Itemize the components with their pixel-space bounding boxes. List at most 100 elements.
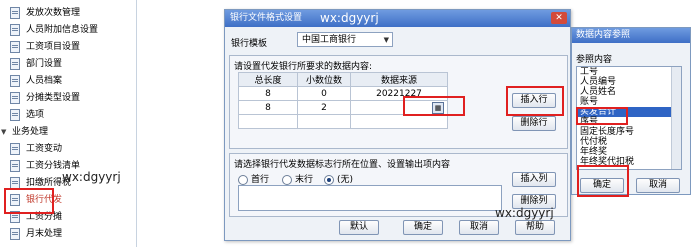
panel-title: 数据内容参照 (572, 28, 690, 43)
help-button[interactable]: 帮助 (515, 220, 555, 235)
flag-row-label: 请选择银行代发数据标志行所在位置、设置输出项内容 (234, 160, 451, 170)
grid-cell[interactable]: 2 (297, 100, 351, 115)
list-item[interactable]: 账号 (577, 97, 681, 107)
document-icon (10, 23, 20, 36)
document-icon (10, 210, 20, 223)
grid-header-cell: 数据来源 (350, 72, 448, 87)
nav-item-salary-allocation[interactable]: 工资分摊 (10, 209, 62, 225)
nav-item-month-end[interactable]: 月末处理 (10, 226, 62, 242)
watermark-text: wx:dgyyrj (62, 170, 121, 184)
nav-item-allocation-types[interactable]: 分摊类型设置 (10, 90, 80, 106)
document-icon (10, 108, 20, 121)
radio-label: 首行 (251, 175, 270, 185)
navigation-tree: 发放次数管理 人员附加信息设置 工资项目设置 部门设置 人员档案 分摊类型设置 … (0, 0, 137, 247)
nav-item-label: 选项 (26, 110, 45, 120)
bank-template-select[interactable]: 中国工商银行 ▼ (297, 32, 393, 47)
grid-cell[interactable]: 0 (297, 86, 351, 101)
nav-item-extra-info[interactable]: 人员附加信息设置 (10, 22, 98, 38)
list-item[interactable]: 人员姓名 (577, 87, 681, 97)
watermark-text: wx:dgyyrj (495, 206, 554, 220)
nav-item-label: 工资分摊 (26, 212, 63, 222)
document-icon (10, 193, 20, 206)
document-icon (10, 57, 20, 70)
grid-row[interactable]: 8 0 20221227 (238, 86, 448, 101)
data-content-label: 请设置代发银行所要求的数据内容: (234, 62, 373, 72)
bank-format-grid[interactable]: 总长度 小数位数 数据来源 8 0 20221227 8 2 ▦ (238, 72, 448, 129)
document-icon (10, 74, 20, 87)
list-item[interactable]: 序号 (577, 117, 681, 127)
dialog-title: 银行文件格式设置 (230, 13, 303, 23)
grid-cell-editing[interactable]: ▦ (350, 100, 448, 115)
bank-template-label: 银行模板 (231, 39, 268, 49)
nav-item-label: 工资项目设置 (26, 42, 81, 52)
nav-item-label: 月末处理 (26, 229, 63, 239)
default-button[interactable]: 默认 (339, 220, 379, 235)
document-icon (10, 142, 20, 155)
delete-row-button[interactable]: 删除行 (512, 116, 556, 131)
document-icon (10, 6, 20, 19)
nav-item-options[interactable]: 选项 (10, 107, 44, 123)
expand-arrow-icon[interactable]: ▼ (1, 124, 9, 140)
list-item[interactable]: 人员编号 (577, 77, 681, 87)
nav-group-business[interactable]: ▼ 业务处理 (1, 124, 48, 140)
radio-icon[interactable] (238, 174, 248, 185)
nav-item-label: 工资变动 (26, 144, 63, 154)
cancel-button[interactable]: 取消 (459, 220, 499, 235)
grid-row[interactable] (238, 114, 448, 129)
reference-content-label: 参照内容 (576, 55, 613, 65)
nav-item-label: 人员档案 (26, 76, 63, 86)
dialog-titlebar[interactable]: 银行文件格式设置 ✕ (225, 10, 570, 27)
grid-row[interactable]: 8 2 ▦ (238, 100, 448, 115)
output-items-grid[interactable] (238, 185, 502, 211)
panel-cancel-button[interactable]: 取消 (636, 178, 680, 193)
grid-header-row: 总长度 小数位数 数据来源 (238, 72, 448, 87)
radio-label: (无) (337, 175, 354, 185)
nav-item-label: 部门设置 (26, 59, 63, 69)
nav-item-departments[interactable]: 部门设置 (10, 56, 62, 72)
list-item[interactable]: 代付税 (577, 137, 681, 147)
list-item[interactable]: 工号 (577, 67, 681, 77)
vertical-scrollbar[interactable] (671, 67, 681, 169)
data-content-group: 请设置代发银行所要求的数据内容: 总长度 小数位数 数据来源 8 0 20221… (229, 55, 568, 149)
radio-label: 末行 (295, 175, 314, 185)
bank-template-value: 中国工商银行 (302, 35, 357, 45)
chevron-down-icon: ▼ (383, 36, 389, 44)
ok-button[interactable]: 确定 (403, 220, 443, 235)
nav-item-bank-payroll[interactable]: 银行代发 (10, 192, 62, 208)
list-item[interactable]: 固定长度序号 (577, 127, 681, 137)
list-item-selected[interactable]: 实发合计 (577, 107, 681, 117)
data-reference-panel: 数据内容参照 参照内容 工号 人员编号 人员姓名 账号 实发合计 序号 固定长度… (571, 27, 691, 195)
close-icon[interactable]: ✕ (551, 12, 567, 24)
nav-group-label: 业务处理 (12, 127, 49, 137)
nav-item-salary-items[interactable]: 工资项目设置 (10, 39, 80, 55)
list-item[interactable]: 年终奖 (577, 147, 681, 157)
grid-header-cell: 小数位数 (297, 72, 351, 87)
document-icon (10, 159, 20, 172)
radio-none[interactable]: (无) (324, 172, 353, 185)
nav-item-issue-count[interactable]: 发放次数管理 (10, 5, 80, 21)
nav-item-label: 银行代发 (26, 195, 63, 205)
radio-last-row[interactable]: 末行 (282, 172, 313, 185)
grid-cell[interactable]: 8 (238, 100, 298, 115)
watermark-text: wx:dgyyrj (320, 11, 379, 25)
nav-item-label: 分摊类型设置 (26, 93, 81, 103)
nav-item-salary-change[interactable]: 工资变动 (10, 141, 62, 157)
document-icon (10, 227, 20, 240)
panel-ok-button[interactable]: 确定 (580, 178, 624, 193)
grid-cell[interactable]: 20221227 (350, 86, 448, 101)
insert-row-button[interactable]: 插入行 (512, 93, 556, 108)
reference-picker-icon[interactable]: ▦ (432, 102, 444, 114)
document-icon (10, 176, 20, 189)
nav-item-label: 人员附加信息设置 (26, 25, 99, 35)
insert-column-button[interactable]: 插入列 (512, 172, 556, 187)
radio-first-row[interactable]: 首行 (238, 172, 269, 185)
document-icon (10, 91, 20, 104)
nav-item-personnel[interactable]: 人员档案 (10, 73, 62, 89)
radio-selected-icon[interactable] (324, 174, 334, 185)
grid-header-cell: 总长度 (238, 72, 298, 87)
radio-icon[interactable] (282, 174, 292, 185)
reference-listbox[interactable]: 工号 人员编号 人员姓名 账号 实发合计 序号 固定长度序号 代付税 年终奖 年… (576, 66, 682, 170)
grid-cell[interactable]: 8 (238, 86, 298, 101)
document-icon (10, 40, 20, 53)
list-item[interactable]: 年终奖代扣税 (577, 157, 681, 167)
